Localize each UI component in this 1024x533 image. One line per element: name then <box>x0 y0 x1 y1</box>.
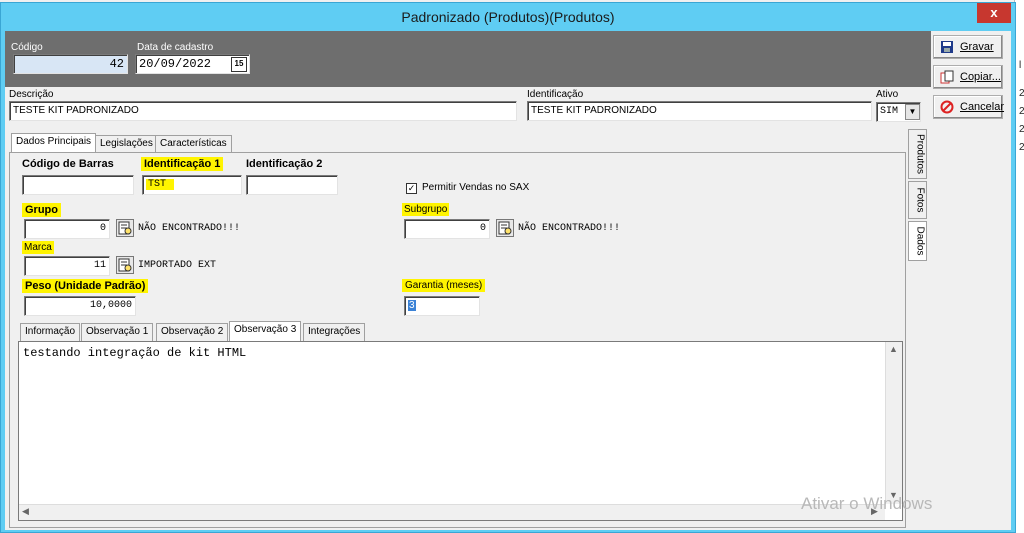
copiar-button[interactable]: Copiar... <box>933 65 1003 89</box>
windows-activation-watermark: Ativar o Windows <box>801 494 933 513</box>
search-list-icon <box>498 221 512 235</box>
header-band: Código 42 Data de cadastro 20/09/2022 15 <box>5 31 931 87</box>
ativo-value: SIM <box>880 106 899 117</box>
product-window: Padronizado (Produtos)(Produtos) x Códig… <box>0 2 1016 533</box>
calendar-icon[interactable]: 15 <box>231 57 247 72</box>
tab-observacao-2[interactable]: Observação 2 <box>156 323 229 341</box>
background-text: l <box>1019 60 1022 71</box>
grupo-lookup-button[interactable] <box>116 219 134 237</box>
horizontal-scrollbar[interactable]: ◀ ▶ <box>19 504 885 520</box>
calendar-icon-glyph: 15 <box>234 59 244 68</box>
identificacao1-value: TST <box>146 179 175 190</box>
observacao-textarea[interactable]: testando integração de kit HTML ▲ ▼ ◀ ▶ <box>18 341 903 521</box>
identificacao1-label: Identificação 1 <box>141 157 224 171</box>
marca-label: Marca <box>22 241 54 254</box>
peso-label: Peso (Unidade Padrão) <box>22 279 149 293</box>
garantia-label: Garantia (meses) <box>402 279 486 292</box>
cancelar-label: Cancelar <box>960 101 1005 113</box>
window-title[interactable]: Padronizado (Produtos)(Produtos) <box>1 3 1015 31</box>
window-client: Código 42 Data de cadastro 20/09/2022 15… <box>5 31 1011 530</box>
tab-dados-principais[interactable]: Dados Principais <box>11 133 97 153</box>
tab-informacao[interactable]: Informação <box>20 323 81 341</box>
tab-legislacoes[interactable]: Legislações <box>95 135 158 153</box>
gravar-label: Gravar <box>960 41 994 53</box>
marca-desc: IMPORTADO EXT <box>138 260 217 271</box>
copy-icon <box>940 70 954 84</box>
data-cadastro-value: 20/09/2022 <box>139 57 212 71</box>
codigo-barras-label: Código de Barras <box>22 158 114 170</box>
subgrupo-label: Subgrupo <box>402 203 450 216</box>
copiar-label: Copiar... <box>960 71 1001 83</box>
identificacao-label: Identificação <box>527 89 584 100</box>
identificacao1-field[interactable]: TST <box>142 175 242 195</box>
cancelar-button[interactable]: Cancelar <box>933 95 1005 119</box>
codigo-label: Código <box>11 42 43 53</box>
grupo-field[interactable]: 0 <box>24 219 110 239</box>
scroll-left-icon[interactable]: ◀ <box>22 506 29 517</box>
search-list-icon <box>118 221 132 235</box>
gravar-button[interactable]: Gravar <box>933 35 1003 59</box>
chevron-down-icon[interactable]: ▼ <box>905 104 920 120</box>
tab-integracoes[interactable]: Integrações <box>303 323 366 341</box>
save-icon <box>941 41 953 53</box>
tab-observacao-3[interactable]: Observação 3 <box>229 321 302 341</box>
dados-principais-panel: Código de Barras Identificação 1 TST Ide… <box>9 152 906 528</box>
permitir-vendas-label: Permitir Vendas no SAX <box>422 182 530 193</box>
tab-dados[interactable]: Dados <box>908 221 927 261</box>
subgrupo-field[interactable]: 0 <box>404 219 490 239</box>
marca-field[interactable]: 11 <box>24 256 110 276</box>
cancel-icon <box>940 100 954 114</box>
grupo-label: Grupo <box>22 203 61 217</box>
peso-field[interactable]: 10,0000 <box>24 296 136 316</box>
scroll-up-icon[interactable]: ▲ <box>889 344 898 354</box>
garantia-value: 3 <box>408 300 416 311</box>
subgrupo-desc: NÃO ENCONTRADO!!! <box>518 223 621 234</box>
codigo-field[interactable]: 42 <box>13 54 128 74</box>
garantia-field[interactable]: 3 <box>404 296 480 316</box>
descricao-field[interactable]: TESTE KIT PADRONIZADO <box>9 101 517 121</box>
background-text: 2 <box>1019 106 1024 117</box>
close-button[interactable]: x <box>977 3 1011 23</box>
vertical-scrollbar[interactable]: ▲ ▼ <box>885 342 902 504</box>
search-list-icon <box>118 258 132 272</box>
background-text: 2 <box>1019 124 1024 135</box>
grupo-desc: NÃO ENCONTRADO!!! <box>138 223 241 234</box>
background-text: 2 <box>1019 88 1024 99</box>
identificacao2-field[interactable] <box>246 175 338 195</box>
identificacao2-label: Identificação 2 <box>246 158 323 170</box>
identificacao-field[interactable]: TESTE KIT PADRONIZADO <box>527 101 872 121</box>
tab-caracteristicas[interactable]: Características <box>155 135 232 153</box>
descricao-label: Descrição <box>9 89 54 100</box>
ativo-label: Ativo <box>876 89 899 100</box>
observacao-text: testando integração de kit HTML <box>23 346 247 360</box>
tab-dados-label: Dados <box>914 226 926 256</box>
codigo-barras-field[interactable] <box>22 175 134 195</box>
data-cadastro-label: Data de cadastro <box>137 42 214 53</box>
subgrupo-lookup-button[interactable] <box>496 219 514 237</box>
background-text: 2 <box>1019 142 1024 153</box>
tab-observacao-1[interactable]: Observação 1 <box>81 323 154 341</box>
marca-lookup-button[interactable] <box>116 256 134 274</box>
permitir-vendas-checkbox[interactable]: ✓ <box>406 183 417 194</box>
